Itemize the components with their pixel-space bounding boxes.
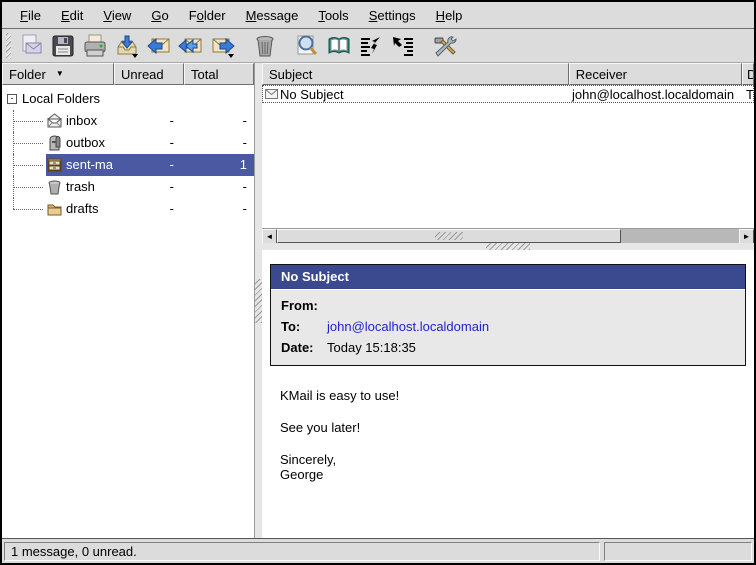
new-message-icon [18,33,44,59]
date-label: Date: [281,337,327,358]
status-text: 1 message, 0 unread. [11,544,137,559]
folder-column-header[interactable]: Folder ▼ [2,63,114,85]
total-column-header[interactable]: Total [184,63,254,85]
toolbar-grip[interactable] [6,33,11,59]
trash-folder-icon [46,179,63,198]
status-bar: 1 message, 0 unread. [2,538,754,563]
subject-column-header[interactable]: Subject [262,63,569,85]
menu-settings[interactable]: Settings [359,5,426,26]
forward-button[interactable] [209,32,237,60]
outbox-icon [46,135,63,154]
to-address-link[interactable]: john@localhost.localdomain [327,316,735,337]
message-header-block: No Subject From: To: john@localhost.loca… [270,264,746,366]
folder-item-inbox[interactable]: inbox - - [2,110,254,132]
folder-pane: Folder ▼ Unread Total - Local Folders [2,63,255,538]
scroll-right-arrow-icon[interactable]: ► [739,229,754,244]
printer-icon [82,33,108,59]
scroll-left-arrow-icon[interactable]: ◄ [262,229,277,244]
previous-unread-button[interactable] [357,32,385,60]
message-list-header: Subject Receiver Date [262,63,754,85]
status-message-panel: 1 message, 0 unread. [4,542,600,561]
trash-icon [252,33,278,59]
tools-button[interactable] [431,32,459,60]
menu-message[interactable]: Message [236,5,309,26]
reply-all-icon [178,33,204,59]
message-envelope-icon [265,87,278,102]
message-list-body: No Subject john@localhost.localdomain To… [262,85,754,228]
sort-arrow-icon: ▼ [56,70,64,78]
print-button[interactable] [81,32,109,60]
inbox-icon [46,113,63,132]
thumb-grip-icon [435,232,463,240]
reply-icon [146,33,172,59]
menu-file[interactable]: File [10,5,51,26]
from-label: From: [281,295,327,316]
message-row[interactable]: No Subject john@localhost.localdomain To… [262,85,754,103]
folder-item-outbox[interactable]: outbox - - [2,132,254,154]
root-folder-label: Local Folders [22,91,100,106]
scrollbar-thumb[interactable] [277,229,621,243]
status-secondary-panel [604,542,752,561]
horizontal-scrollbar[interactable]: ◄ ► [262,228,754,243]
from-value [327,295,735,316]
splitter-grip-icon [486,243,530,250]
search-icon [294,33,320,59]
floppy-disk-icon [50,33,76,59]
message-subject-title: No Subject [271,265,745,289]
folder-tree: - Local Folders inbox - - [2,85,254,538]
message-header-fields: From: To: john@localhost.localdomain Dat… [271,289,745,365]
folder-item-trash[interactable]: trash - - [2,176,254,198]
folder-header-label: Folder [9,67,46,82]
menu-tools[interactable]: Tools [308,5,358,26]
kmail-window: File Edit View Go Folder Message Tools S… [0,0,756,565]
splitter-grip-icon [255,279,262,323]
folder-item-sent-mail[interactable]: sent-ma - 1 [2,154,254,176]
previous-unread-icon [358,33,384,59]
body-line: George [280,467,736,482]
reply-all-button[interactable] [177,32,205,60]
delete-button[interactable] [251,32,279,60]
message-list-pane: Subject Receiver Date [262,63,754,228]
date-column-header[interactable]: Date [742,63,754,85]
menu-bar: File Edit View Go Folder Message Tools S… [2,2,754,29]
body-line: KMail is easy to use! [280,388,736,403]
message-preview-pane: No Subject From: To: john@localhost.loca… [262,250,754,538]
body-line: See you later! [280,420,736,435]
unread-column-header[interactable]: Unread [114,63,184,85]
right-panes: Subject Receiver Date [262,63,754,538]
to-label: To: [281,316,327,337]
menu-go[interactable]: Go [141,5,178,26]
folder-pane-header: Folder ▼ Unread Total [2,63,254,85]
save-button[interactable] [49,32,77,60]
horizontal-splitter[interactable] [262,243,754,250]
sent-mail-drawer-icon [46,157,63,176]
tree-root-local-folders[interactable]: - Local Folders [2,88,254,110]
menu-edit[interactable]: Edit [51,5,93,26]
message-body: KMail is easy to use! See you later! Sin… [270,366,746,482]
reply-button[interactable] [145,32,173,60]
drafts-folder-icon [46,201,63,220]
date-value: Today 15:18:35 [327,337,735,358]
tools-icon [432,33,458,59]
check-mail-button[interactable] [113,32,141,60]
find-messages-button[interactable] [293,32,321,60]
menu-folder[interactable]: Folder [179,5,236,26]
new-message-button[interactable] [17,32,45,60]
forward-icon [210,33,236,59]
folder-item-drafts[interactable]: drafts - - [2,198,254,220]
main-area: Folder ▼ Unread Total - Local Folders [2,63,754,538]
next-unread-icon [390,33,416,59]
receiver-column-header[interactable]: Receiver [569,63,742,85]
scrollbar-track[interactable] [621,229,739,243]
address-book-button[interactable] [325,32,353,60]
address-book-icon [326,33,352,59]
menu-view[interactable]: View [93,5,141,26]
check-mail-icon [114,33,140,59]
main-toolbar [2,29,754,63]
vertical-splitter[interactable] [255,63,262,538]
next-unread-button[interactable] [389,32,417,60]
collapse-expander-icon[interactable]: - [7,94,17,104]
body-line: Sincerely, [280,452,736,467]
menu-help[interactable]: Help [426,5,473,26]
